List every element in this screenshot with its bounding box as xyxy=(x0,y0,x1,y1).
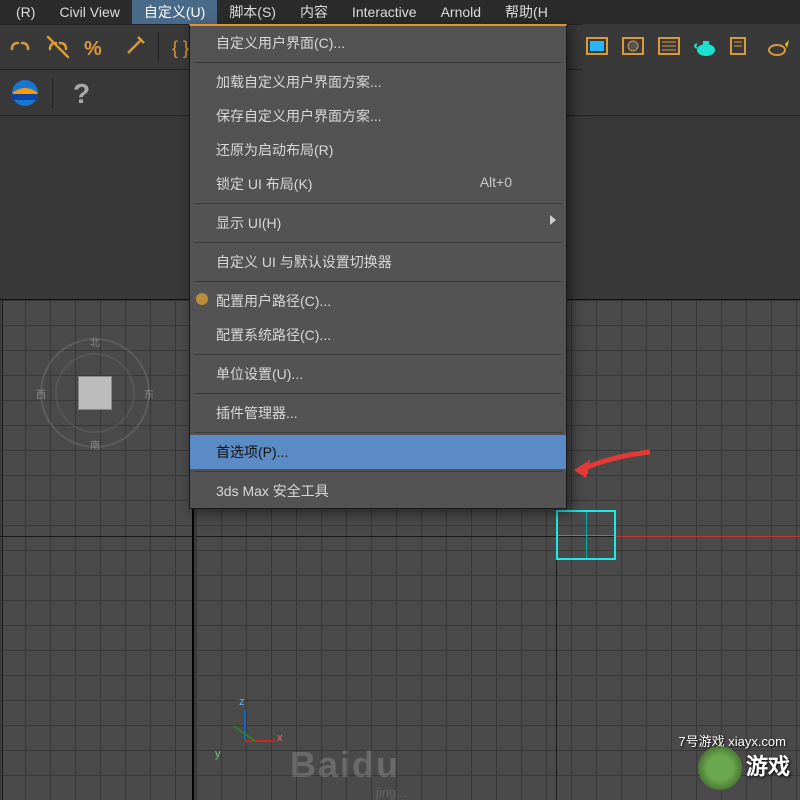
dd-lock-ui-layout[interactable]: 锁定 UI 布局(K) Alt+0 xyxy=(190,167,566,201)
menubar: (R) Civil View 自定义(U) 脚本(S) 内容 Interacti… xyxy=(0,0,800,24)
teapot-render-icon[interactable] xyxy=(690,31,722,63)
dd-plugin-manager[interactable]: 插件管理器... xyxy=(190,396,566,430)
viewcube-east: 东 xyxy=(144,386,154,401)
watermark-baidu-sub: jing... xyxy=(376,785,407,800)
gizmo-z-label: z xyxy=(239,696,245,708)
teapot-quick-icon[interactable] xyxy=(762,31,794,63)
render-setup-icon[interactable] xyxy=(618,31,650,63)
svg-text:?: ? xyxy=(73,78,90,109)
axis-edge xyxy=(2,300,3,800)
render-panel-icon[interactable] xyxy=(726,31,758,63)
menu-item-arnold[interactable]: Arnold xyxy=(429,2,493,22)
dd-security-tools[interactable]: 3ds Max 安全工具 xyxy=(190,474,566,508)
dd-label: 显示 UI(H) xyxy=(216,215,281,231)
pick-icon[interactable] xyxy=(118,31,150,63)
menu-item-help[interactable]: 帮助(H xyxy=(493,0,560,24)
dd-separator xyxy=(194,354,562,355)
dd-revert-layout[interactable]: 还原为启动布局(R) xyxy=(190,133,566,167)
dd-separator xyxy=(194,393,562,394)
dd-preferences[interactable]: 首选项(P)... xyxy=(190,435,566,469)
viewcube-south: 南 xyxy=(90,437,100,452)
submenu-arrow-icon xyxy=(550,215,556,225)
dd-separator xyxy=(194,62,562,63)
svg-text:{ }: { } xyxy=(172,38,189,58)
unlink-icon[interactable] xyxy=(42,31,74,63)
dd-units-setup[interactable]: 单位设置(U)... xyxy=(190,357,566,391)
menu-item-script[interactable]: 脚本(S) xyxy=(217,0,288,24)
watermark-baidu: Baidu xyxy=(290,744,400,786)
menu-item-content[interactable]: 内容 xyxy=(288,0,340,24)
dd-show-ui[interactable]: 显示 UI(H) xyxy=(190,206,566,240)
dd-separator xyxy=(194,203,562,204)
render-region-icon[interactable] xyxy=(582,31,614,63)
dd-separator xyxy=(194,471,562,472)
gizmo-y-label: y xyxy=(215,748,221,760)
menu-item-r[interactable]: (R) xyxy=(4,2,47,22)
customize-dropdown: 自定义用户界面(C)... 加载自定义用户界面方案... 保存自定义用户界面方案… xyxy=(189,24,567,509)
viewcube-west: 西 xyxy=(36,386,46,401)
menu-item-customize[interactable]: 自定义(U) xyxy=(132,0,217,24)
viewport-object[interactable] xyxy=(556,510,616,560)
render-preset-icon[interactable] xyxy=(654,31,686,63)
svg-text:%: % xyxy=(84,38,102,60)
axis-gizmo: x y z xyxy=(215,710,275,770)
toolbar-right xyxy=(582,24,800,70)
axis-marker xyxy=(616,536,800,537)
gizmo-x-label: x xyxy=(277,732,283,744)
logo-text: 游戏 xyxy=(746,754,790,779)
dd-separator xyxy=(194,432,562,433)
view-cube[interactable]: 北 南 东 西 xyxy=(40,338,150,448)
menu-item-interactive[interactable]: Interactive xyxy=(340,2,429,22)
link-icon[interactable] xyxy=(4,31,36,63)
toolbar-separator xyxy=(158,32,159,62)
dd-configure-system-paths[interactable]: 配置系统路径(C)... xyxy=(190,318,566,352)
dd-ui-defaults-switcher[interactable]: 自定义 UI 与默认设置切换器 xyxy=(190,245,566,279)
axis-x xyxy=(0,536,192,537)
percent-icon[interactable]: % xyxy=(80,31,112,63)
dd-configure-user-paths[interactable]: 配置用户路径(C)... xyxy=(190,284,566,318)
dd-separator xyxy=(194,242,562,243)
dd-label: 锁定 UI 布局(K) xyxy=(216,176,312,192)
viewcube-north: 北 xyxy=(90,334,100,349)
dd-shortcut: Alt+0 xyxy=(480,174,512,190)
menu-item-civil-view[interactable]: Civil View xyxy=(47,2,131,22)
dd-separator xyxy=(194,281,562,282)
watermark-logo: 游戏 xyxy=(698,746,790,790)
logo-badge-icon xyxy=(698,746,742,790)
dd-customize-ui[interactable]: 自定义用户界面(C)... xyxy=(190,26,566,60)
dd-load-ui-scheme[interactable]: 加载自定义用户界面方案... xyxy=(190,65,566,99)
toolbar-separator xyxy=(52,78,53,108)
globe-icon[interactable] xyxy=(8,77,40,109)
dd-save-ui-scheme[interactable]: 保存自定义用户界面方案... xyxy=(190,99,566,133)
help-icon[interactable]: ? xyxy=(65,77,97,109)
